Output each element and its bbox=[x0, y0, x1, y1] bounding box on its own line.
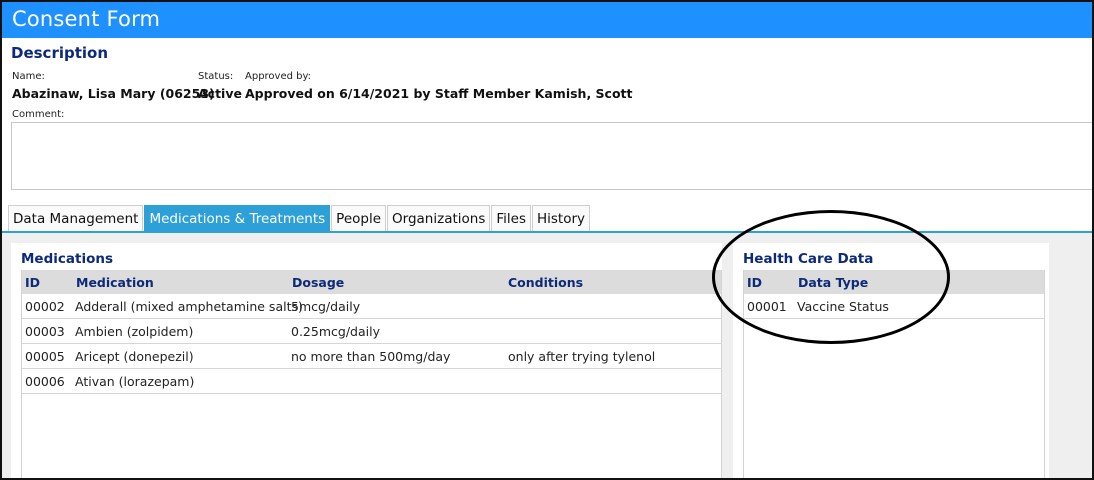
window-title: Consent Form bbox=[12, 7, 161, 31]
cell-id: 00001 bbox=[747, 299, 787, 314]
title-bar: Consent Form bbox=[2, 2, 1092, 38]
cell-medication: Adderall (mixed amphetamine salts) bbox=[75, 299, 303, 314]
table-row[interactable]: 00006 Ativan (lorazepam) bbox=[22, 369, 721, 394]
column-header-dosage[interactable]: Dosage bbox=[292, 275, 344, 290]
cell-medication: Ativan (lorazepam) bbox=[75, 374, 195, 389]
medications-panel: Medications ID Medication Dosage Conditi… bbox=[11, 243, 722, 478]
medications-table-header: ID Medication Dosage Conditions bbox=[22, 270, 721, 294]
tab-bar: Data Management Medications & Treatments… bbox=[8, 205, 591, 232]
health-care-data-title: Health Care Data bbox=[743, 251, 874, 267]
cell-id: 00005 bbox=[25, 349, 65, 364]
approved-by-value: Approved on 6/14/2021 by Staff Member Ka… bbox=[245, 86, 633, 101]
cell-dosage: 0.25mcg/daily bbox=[291, 324, 380, 339]
tab-data-management[interactable]: Data Management bbox=[8, 205, 144, 231]
cell-medication: Ambien (zolpidem) bbox=[75, 324, 194, 339]
health-care-data-panel: Health Care Data ID Data Type 00001 Vacc… bbox=[733, 243, 1049, 478]
status-label: Status: bbox=[198, 71, 234, 82]
cell-dosage: no more than 500mg/day bbox=[291, 349, 451, 364]
comment-label: Comment: bbox=[12, 109, 65, 120]
table-row[interactable]: 00002 Adderall (mixed amphetamine salts)… bbox=[22, 294, 721, 319]
medications-table: ID Medication Dosage Conditions 00002 Ad… bbox=[21, 270, 722, 478]
cell-medication: Aricept (donepezil) bbox=[75, 349, 194, 364]
cell-dosage: 5mcg/daily bbox=[291, 299, 361, 314]
consent-form-window: Consent Form Description Name: Abazinaw,… bbox=[0, 0, 1094, 480]
medications-title: Medications bbox=[21, 251, 113, 267]
column-header-data-type[interactable]: Data Type bbox=[798, 275, 868, 290]
cell-id: 00003 bbox=[25, 324, 65, 339]
column-header-id[interactable]: ID bbox=[25, 275, 40, 290]
comment-field[interactable] bbox=[11, 122, 1092, 190]
tab-organizations[interactable]: Organizations bbox=[387, 205, 491, 231]
cell-id: 00006 bbox=[25, 374, 65, 389]
column-header-id[interactable]: ID bbox=[747, 275, 762, 290]
name-label: Name: bbox=[12, 71, 45, 82]
tab-history[interactable]: History bbox=[532, 205, 591, 231]
table-row[interactable]: 00003 Ambien (zolpidem) 0.25mcg/daily bbox=[22, 319, 721, 344]
tab-medications-treatments[interactable]: Medications & Treatments bbox=[144, 205, 331, 231]
column-header-medication[interactable]: Medication bbox=[76, 275, 154, 290]
health-care-data-table-header: ID Data Type bbox=[744, 270, 1044, 294]
tab-files[interactable]: Files bbox=[491, 205, 531, 231]
name-value: Abazinaw, Lisa Mary (06253) bbox=[12, 86, 215, 101]
cell-data-type: Vaccine Status bbox=[797, 299, 889, 314]
approved-by-label: Approved by: bbox=[245, 71, 312, 82]
table-row[interactable]: 00005 Aricept (donepezil) no more than 5… bbox=[22, 344, 721, 369]
column-header-conditions[interactable]: Conditions bbox=[508, 275, 583, 290]
description-section-title: Description bbox=[11, 44, 109, 62]
health-care-data-table: ID Data Type 00001 Vaccine Status bbox=[743, 270, 1045, 478]
cell-id: 00002 bbox=[25, 299, 65, 314]
cell-conditions: only after trying tylenol bbox=[508, 349, 656, 364]
status-value: Active bbox=[198, 86, 242, 101]
tab-people[interactable]: People bbox=[331, 205, 387, 231]
table-row[interactable]: 00001 Vaccine Status bbox=[744, 294, 1044, 319]
